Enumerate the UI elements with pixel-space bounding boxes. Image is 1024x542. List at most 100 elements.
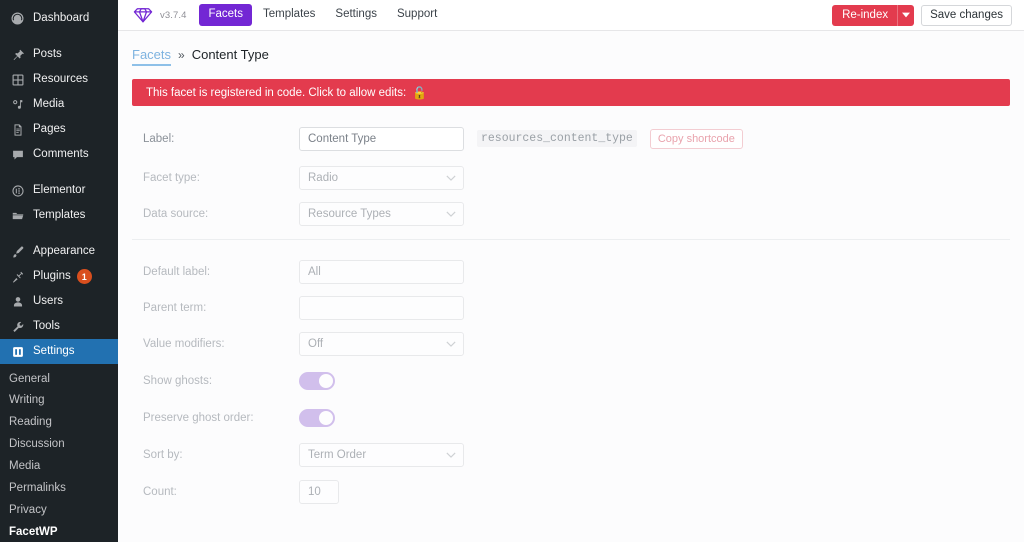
tab-support[interactable]: Support [388,4,446,26]
data-source-value: Resource Types [308,207,391,220]
sidebar-item-label: Dashboard [33,11,90,24]
show-ghosts-toggle[interactable] [299,371,335,390]
sidebar-item-label: Pages [33,122,66,135]
page-content: Facets » Content Type This facet is regi… [118,31,1024,508]
sidebar-divider [0,31,118,42]
field-row-label: Label: resources_content_type Copy short… [132,122,1010,155]
sidebar-item-label: Posts [33,47,62,60]
sidebar-item-pages[interactable]: Pages [0,117,118,142]
tab-templates[interactable]: Templates [254,4,324,26]
submenu-item-facetwp[interactable]: FacetWP [0,522,118,542]
sidebar-item-dashboard[interactable]: Dashboard [0,6,118,31]
submenu-item-reading[interactable]: Reading [0,412,118,434]
sidebar-item-comments[interactable]: Comments [0,142,118,167]
sidebar-item-label: Resources [33,72,88,85]
field-row-count: Count: [132,475,1010,508]
wrench-icon [9,318,26,335]
facet-type-label: Facet type: [143,171,200,184]
sort-by-value: Term Order [308,448,367,461]
save-changes-button[interactable]: Save changes [921,4,1012,26]
sidebar-item-users[interactable]: Users [0,289,118,314]
sort-by-label: Sort by: [143,448,183,461]
field-row-parent-term: Parent term: [132,291,1010,324]
sidebar-item-label: Users [33,294,64,307]
sidebar-item-settings[interactable]: Settings [0,339,118,364]
admin-sidebar: Dashboard Posts Resources Media Pages Co… [0,0,118,542]
facet-type-select[interactable]: Radio [299,165,464,190]
sidebar-item-elementor[interactable]: Elementor [0,178,118,203]
breadcrumb-separator: » [178,48,185,62]
breadcrumb-facets-link[interactable]: Facets [132,47,172,66]
preserve-ghost-order-toggle[interactable] [299,408,335,427]
sort-by-select[interactable]: Term Order [299,442,464,467]
reindex-label: Re-index [842,8,889,21]
main-content: v3.7.4 Facets Templates Settings Support… [118,0,1024,542]
sidebar-item-templates[interactable]: Templates [0,203,118,228]
field-row-preserve-ghost-order: Preserve ghost order: [132,401,1010,434]
reindex-button[interactable]: Re-index [832,4,915,26]
plug-icon [9,268,26,285]
label-input[interactable] [299,126,464,151]
registered-in-code-notice[interactable]: This facet is registered in code. Click … [132,79,1010,106]
unlock-icon[interactable]: 🔓 [412,87,427,99]
sidebar-divider [0,167,118,178]
sidebar-item-label: Settings [33,344,75,357]
user-icon [9,293,26,310]
chevron-down-icon [446,210,456,217]
data-source-select[interactable]: Resource Types [299,201,464,226]
field-row-default-label: Default label: [132,255,1010,288]
value-modifiers-label: Value modifiers: [143,337,225,350]
count-input[interactable] [299,479,339,504]
pin-icon [9,46,26,63]
facetwp-nav: Facets Templates Settings Support [199,4,446,26]
dashboard-icon [9,10,26,27]
settings-submenu: General Writing Reading Discussion Media… [0,364,118,542]
sidebar-item-media[interactable]: Media [0,92,118,117]
copy-shortcode-button[interactable]: Copy shortcode [649,128,743,149]
field-row-value-modifiers: Value modifiers: Off [132,327,1010,360]
submenu-item-writing[interactable]: Writing [0,390,118,412]
sidebar-item-plugins[interactable]: Plugins 1 [0,264,118,289]
settings-icon [9,343,26,360]
chevron-down-icon [446,340,456,347]
plugins-update-badge: 1 [76,269,92,284]
sidebar-item-tools[interactable]: Tools [0,314,118,339]
sidebar-item-posts[interactable]: Posts [0,42,118,67]
field-row-data-source: Data source: Resource Types [132,197,1010,230]
submenu-item-privacy[interactable]: Privacy [0,500,118,522]
preserve-ghost-order-label: Preserve ghost order: [143,411,254,424]
caret-down-icon[interactable] [897,4,914,26]
page-title: Content Type [191,47,269,62]
default-label-label: Default label: [143,265,211,278]
sidebar-item-resources[interactable]: Resources [0,67,118,92]
facetwp-topbar: v3.7.4 Facets Templates Settings Support… [118,0,1024,31]
sidebar-item-appearance[interactable]: Appearance [0,239,118,264]
facetwp-diamond-logo-icon [131,3,155,27]
sidebar-item-label: Media [33,97,65,110]
default-label-input[interactable] [299,259,464,284]
folder-icon [9,207,26,224]
submenu-item-media[interactable]: Media [0,456,118,478]
submenu-item-discussion[interactable]: Discussion [0,434,118,456]
version-label: v3.7.4 [160,9,187,21]
sidebar-item-label: Comments [33,147,89,160]
topbar-actions: Re-index Save changes [832,4,1012,26]
media-icon [9,96,26,113]
submenu-item-general[interactable]: General [0,368,118,390]
sidebar-item-label: Tools [33,319,60,332]
chevron-down-icon [446,451,456,458]
show-ghosts-label: Show ghosts: [143,374,213,387]
parent-term-label: Parent term: [143,301,207,314]
pages-icon [9,121,26,138]
admin-page: Dashboard Posts Resources Media Pages Co… [0,0,1024,542]
toggle-knob [319,373,333,388]
submenu-item-permalinks[interactable]: Permalinks [0,478,118,500]
data-source-label: Data source: [143,207,209,220]
sidebar-item-label: Plugins [33,269,71,282]
brush-icon [9,243,26,260]
facet-type-value: Radio [308,171,339,184]
tab-settings[interactable]: Settings [326,4,386,26]
value-modifiers-select[interactable]: Off [299,331,464,356]
tab-facets[interactable]: Facets [199,4,252,26]
parent-term-input[interactable] [299,295,464,320]
